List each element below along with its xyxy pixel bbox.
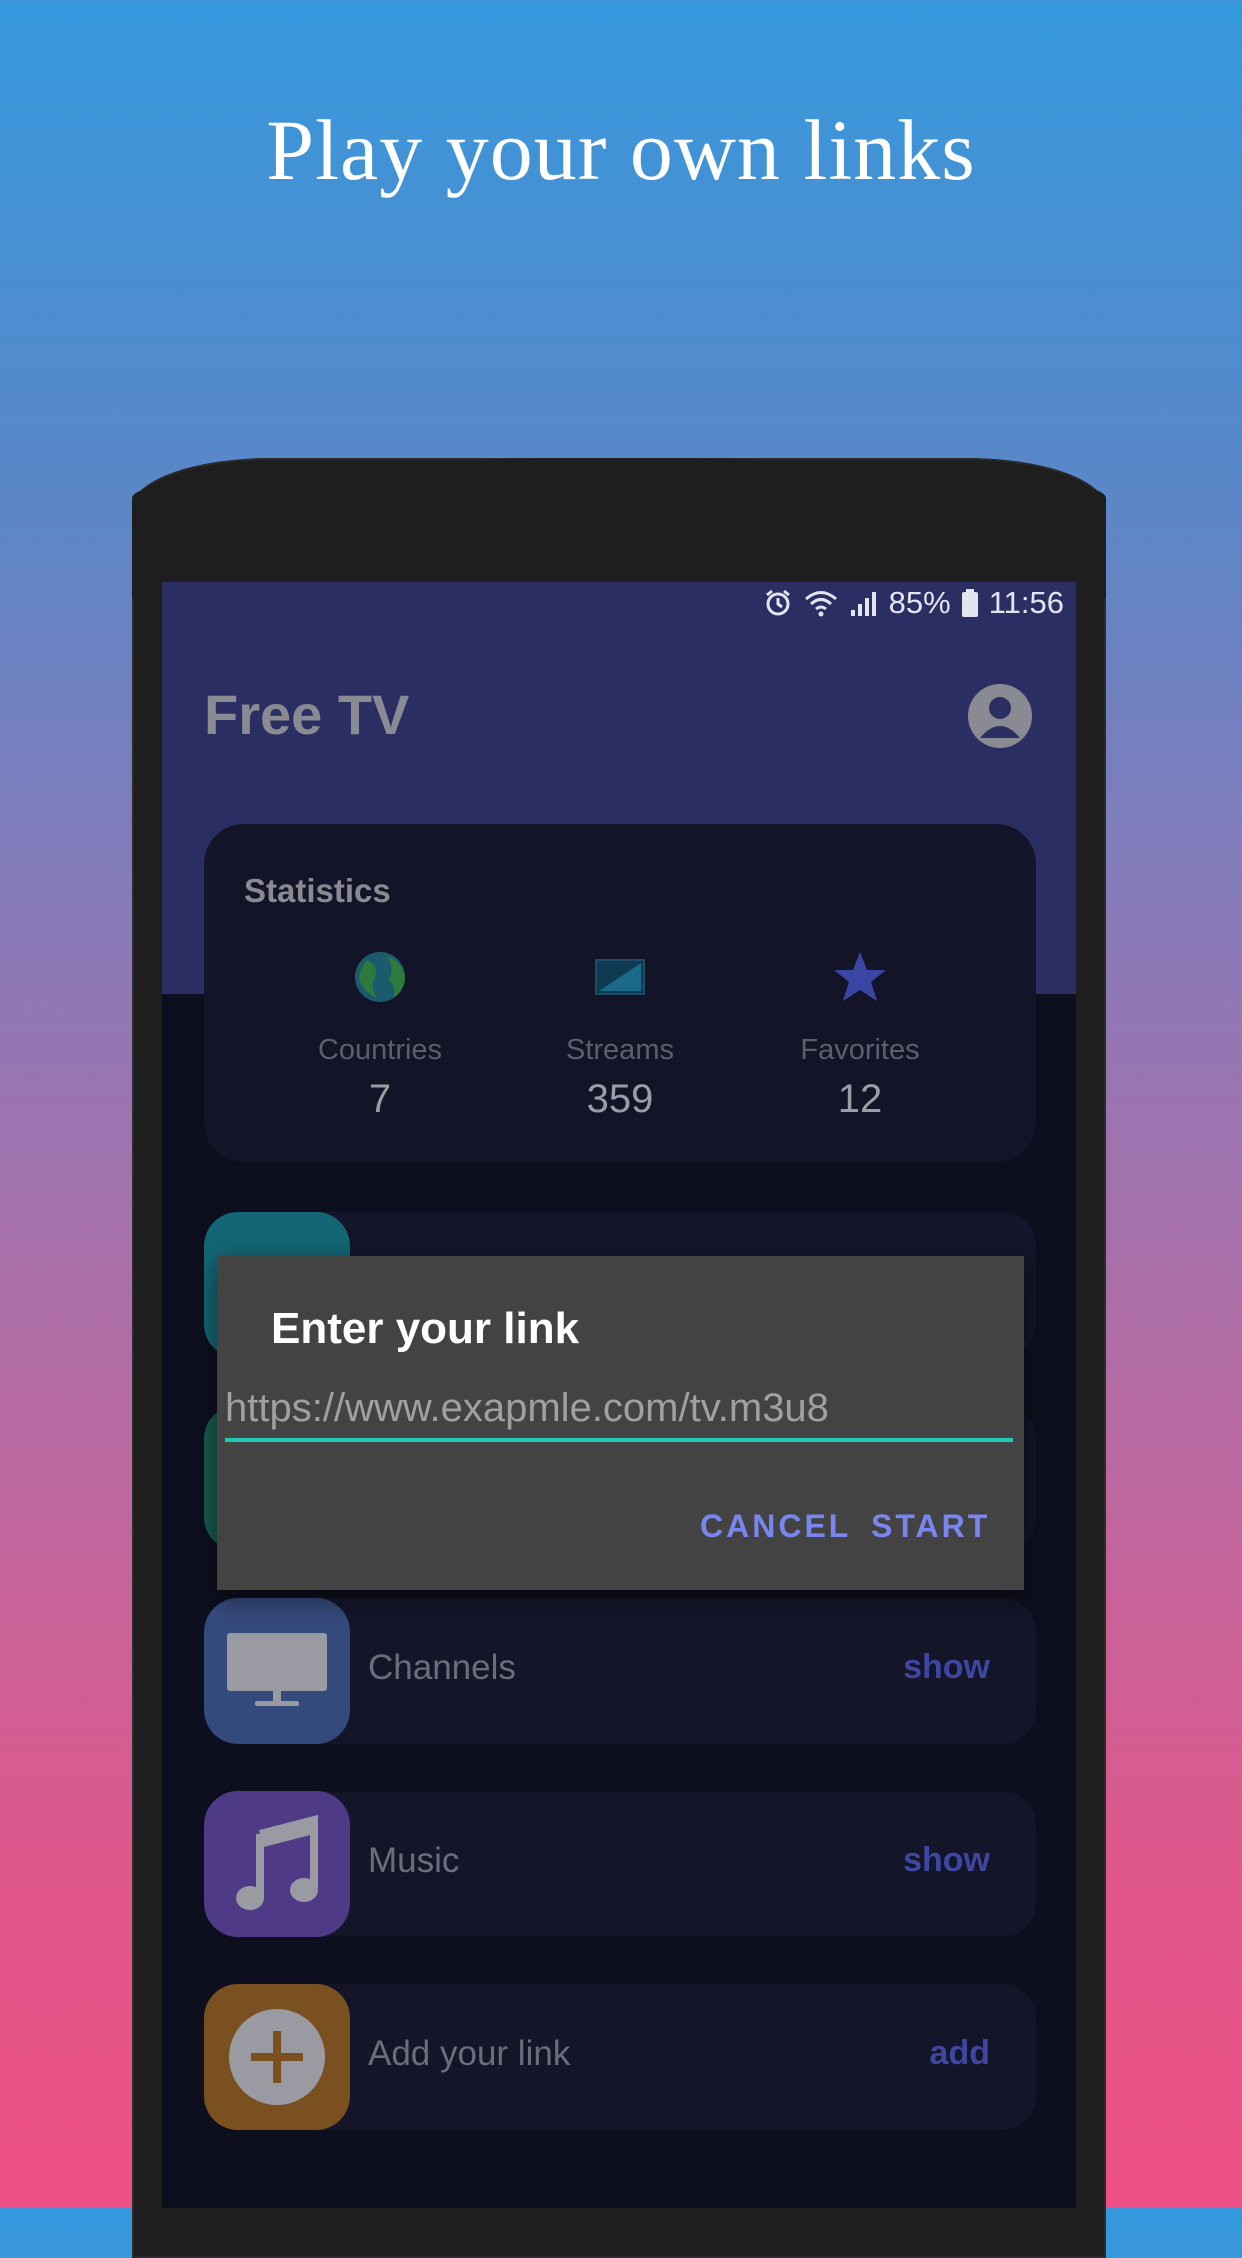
- stat-value: 359: [586, 1077, 654, 1121]
- statistics-card: Statistics Countries 7 Streams 359 Favor…: [204, 824, 1036, 1162]
- stat-favorites: Favorites 12: [750, 948, 970, 1122]
- globe-icon: [355, 952, 405, 1002]
- cancel-button[interactable]: CANCEL: [700, 1508, 851, 1545]
- stat-countries: Countries 7: [270, 948, 490, 1122]
- stat-streams: Streams 359: [510, 948, 730, 1122]
- app-title: Free TV: [204, 683, 410, 746]
- list-item-add-link[interactable]: Add your link add: [204, 1984, 1036, 2130]
- list-item-label: Add your link: [368, 2034, 571, 2073]
- signal-icon: [849, 588, 879, 618]
- battery-percent: 85%: [888, 585, 951, 620]
- show-music-button[interactable]: show: [903, 1841, 990, 1880]
- status-bar: 85% 11:56: [763, 582, 1064, 624]
- music-note-icon: [204, 1791, 350, 1937]
- account-icon[interactable]: [968, 684, 1032, 748]
- add-link-button[interactable]: add: [930, 2034, 990, 2073]
- promo-headline: Play your own links: [266, 102, 976, 198]
- stat-label: Countries: [317, 1034, 443, 1066]
- start-button[interactable]: START: [871, 1508, 990, 1545]
- battery-icon: [961, 588, 979, 618]
- list-item-label: Channels: [368, 1648, 516, 1687]
- stat-label: Favorites: [800, 1034, 920, 1066]
- list-item-label: Music: [368, 1841, 460, 1880]
- enter-link-dialog: Enter your link CANCEL START: [217, 1256, 1024, 1590]
- clock: 11:56: [988, 585, 1064, 620]
- statistics-title: Statistics: [244, 872, 391, 909]
- dialog-title: Enter your link: [271, 1304, 580, 1353]
- stat-value: 7: [368, 1077, 392, 1121]
- stat-value: 12: [837, 1077, 883, 1121]
- list-item-channels[interactable]: Channels show: [204, 1598, 1036, 1744]
- monitor-icon: [204, 1598, 350, 1744]
- show-channels-button[interactable]: show: [903, 1648, 990, 1687]
- link-input[interactable]: [225, 1378, 1013, 1442]
- star-icon: [834, 952, 886, 1001]
- plus-circle-icon: [204, 1984, 350, 2130]
- wifi-icon: [803, 588, 839, 618]
- list-item-music[interactable]: Music show: [204, 1791, 1036, 1937]
- streams-icon: [595, 959, 645, 995]
- alarm-icon: [763, 588, 793, 618]
- stat-label: Streams: [566, 1034, 674, 1066]
